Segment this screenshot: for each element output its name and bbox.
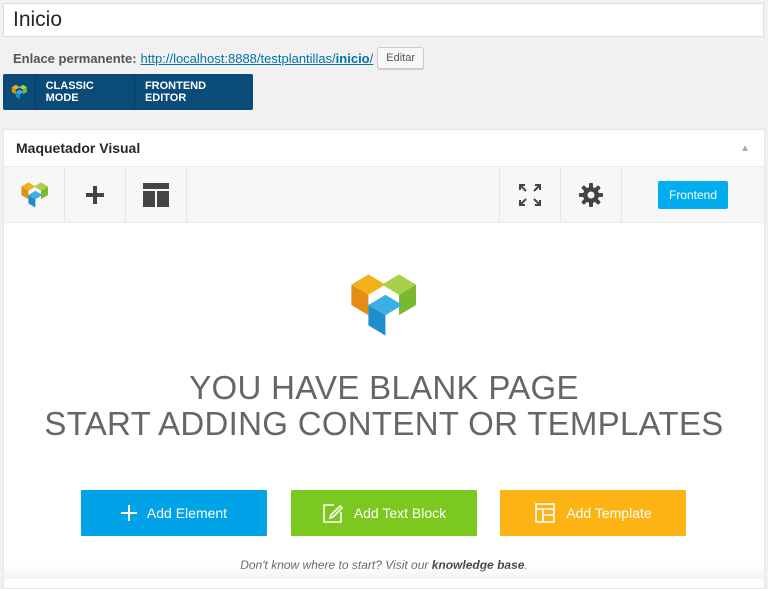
add-element-label: Add Element <box>146 505 228 521</box>
composer-logo-icon <box>348 271 416 344</box>
plus-icon <box>120 505 137 521</box>
panel-header[interactable]: Maquetador Visual ▲ <box>4 130 764 167</box>
fullscreen-button[interactable] <box>499 167 561 222</box>
layout-icon <box>143 182 169 207</box>
add-template-button[interactable]: Add Template <box>500 490 686 536</box>
plus-icon <box>86 185 104 204</box>
gear-icon <box>579 182 603 207</box>
composer-logo-icon <box>3 74 36 110</box>
layout-icon <box>534 502 556 524</box>
edit-permalink-button[interactable]: Editar <box>377 47 424 69</box>
builder-toolbar: Frontend <box>4 167 764 223</box>
blank-page-subheading: START ADDING CONTENT OR TEMPLATES <box>44 405 724 442</box>
frontend-editor-button[interactable]: FRONTEND EDITOR <box>135 74 253 110</box>
settings-button[interactable] <box>561 167 622 222</box>
classic-mode-button[interactable]: CLASSIC MODE <box>36 74 135 110</box>
permalink-label: Enlace permanente: <box>13 50 137 66</box>
add-text-block-label: Add Text Block <box>353 505 447 521</box>
post-title-input[interactable] <box>3 3 764 37</box>
frontend-button[interactable]: Frontend <box>657 180 729 209</box>
edit-box-icon <box>322 502 344 524</box>
add-element-button[interactable]: Add Element <box>81 490 267 536</box>
triangle-up-icon[interactable]: ▲ <box>740 143 750 154</box>
composer-logo-icon <box>21 181 48 208</box>
add-template-label: Add Template <box>566 505 652 521</box>
fullscreen-icon <box>519 183 541 206</box>
permalink-row: Enlace permanente: http://localhost:8888… <box>13 47 424 69</box>
mode-bar: CLASSIC MODE FRONTEND EDITOR <box>3 74 253 110</box>
add-text-block-button[interactable]: Add Text Block <box>291 490 477 536</box>
templates-toolbar-button[interactable] <box>126 167 187 222</box>
permalink-link[interactable]: http://localhost:8888/testplantillas/ini… <box>141 51 374 66</box>
add-element-toolbar-button[interactable] <box>65 167 126 222</box>
blank-page-heading: YOU HAVE BLANK PAGE <box>189 369 579 406</box>
panel-title: Maquetador Visual <box>16 140 141 156</box>
composer-logo-button[interactable] <box>4 167 65 222</box>
